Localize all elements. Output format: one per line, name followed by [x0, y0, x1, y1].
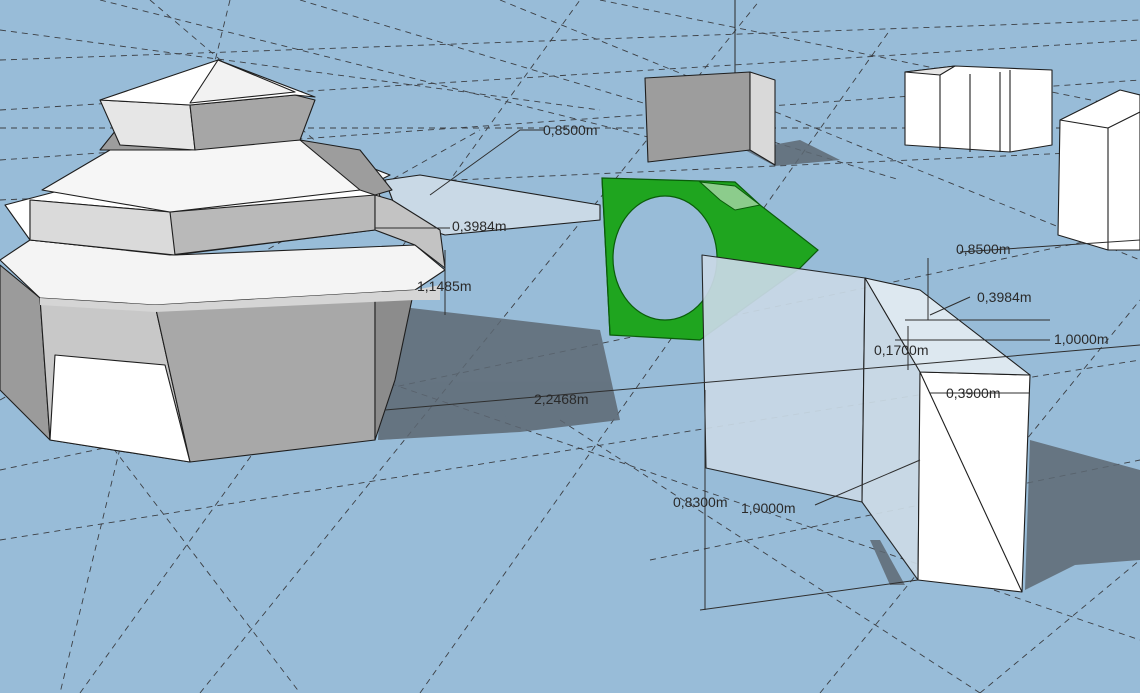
tiered-pagoda[interactable]: [0, 59, 446, 463]
dimension-center-span: 2,2468m: [534, 391, 588, 407]
modeling-viewport[interactable]: 0,8500m 0,3984m 1,1485m 2,2468m 0,8500m …: [0, 0, 1140, 693]
dimension-right-offset: 0,3984m: [977, 289, 1031, 305]
dimension-left-offset: 0,3984m: [452, 218, 506, 234]
dimension-bottom-length: 1,0000m: [741, 500, 795, 516]
front-folded-panel[interactable]: [701, 254, 1031, 593]
right-house[interactable]: [1057, 89, 1140, 251]
octagonal-box[interactable]: [904, 65, 1053, 153]
dimension-right-step: 0,1700m: [874, 342, 928, 358]
dimension-bottom-height: 0,8300m: [673, 494, 727, 510]
dimension-right-width: 0,3900m: [946, 385, 1000, 401]
back-folded-panel[interactable]: [644, 71, 776, 166]
dimension-top-far: 0,8500m: [543, 122, 597, 138]
dimension-right-length: 1,0000m: [1054, 331, 1108, 347]
dimension-left-height: 1,1485m: [417, 278, 471, 294]
dimension-right-far: 0,8500m: [956, 241, 1010, 257]
